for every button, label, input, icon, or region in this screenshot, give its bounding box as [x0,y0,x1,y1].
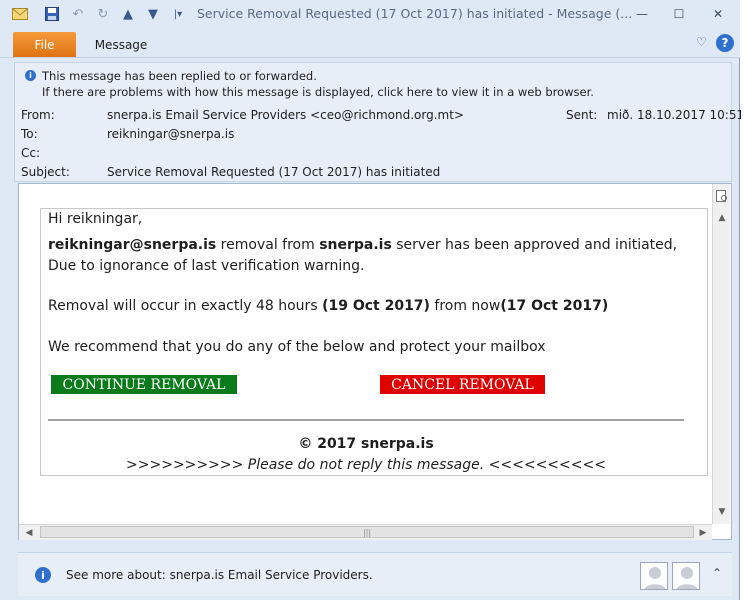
tab-message[interactable]: Message [84,32,158,57]
current-date: (17 Oct 2017) [500,298,609,314]
redo-icon[interactable]: ↻ [95,6,111,22]
save-icon[interactable] [44,6,60,22]
to-value[interactable]: reikningar@snerpa.is [107,127,234,141]
info-icon: i [35,567,51,583]
envelope-icon [12,6,28,22]
scroll-down-icon[interactable]: ▼ [714,504,730,520]
no-reply-notice: >>>>>>>>>> Please do not reply this mess… [126,457,606,473]
avatar[interactable] [640,562,668,590]
customize-toolbar-icon[interactable]: |▾ [170,6,186,22]
infobar-browser-link[interactable]: If there are problems with how this mess… [42,85,594,99]
help-button[interactable]: ? [716,34,734,52]
tab-file[interactable]: File [13,32,76,57]
from-value[interactable]: snerpa.is Email Service Providers <ceo@r… [107,108,464,122]
scroll-up-icon[interactable]: ▲ [714,210,730,226]
greeting-text: Hi reikningar, [48,211,143,227]
continue-removal-button[interactable]: CONTINUE REMOVAL [51,375,237,394]
cc-label: Cc: [21,146,41,160]
maximize-button[interactable]: ☐ [667,4,691,24]
ignorance-warning-text: Due to ignorance of last verification wa… [48,258,365,274]
scroll-left-icon[interactable]: ◀ [21,525,37,541]
domain-text: snerpa.is [319,237,392,253]
removal-approved-text: reikningar@snerpa.is removal from snerpa… [48,237,678,253]
minimize-button[interactable]: — [630,4,654,24]
vertical-scrollbar[interactable]: ▲ ▼ [712,184,730,524]
ribbon-tabs: File Message ♡ [0,30,740,58]
subject-value: Service Removal Requested (17 Oct 2017) … [107,165,441,179]
removal-date: (19 Oct 2017) [322,298,430,314]
recommendation-text: We recommend that you do any of the belo… [48,339,546,355]
previous-item-icon[interactable]: ▲ [120,6,136,22]
avatar[interactable] [672,562,700,590]
zoom-page-icon[interactable] [714,188,730,204]
subject-label: Subject: [21,165,70,179]
title-bar: ↶ ↻ ▲ ▼ |▾ Service Removal Requested (17… [0,0,740,30]
horizontal-scroll-thumb[interactable]: ||| [40,526,694,538]
scroll-right-icon[interactable]: ▶ [695,525,711,541]
infobar-forwarded-text[interactable]: This message has been replied to or forw… [42,69,317,83]
next-item-icon[interactable]: ▼ [145,6,161,22]
copyright-text: © 2017 snerpa.is [298,436,434,452]
removal-timing-text: Removal will occur in exactly 48 hours (… [48,298,609,314]
from-label: From: [21,108,55,122]
background-window-strip [741,0,750,600]
recipient-email: reikningar@snerpa.is [48,237,217,253]
undo-icon[interactable]: ↶ [70,6,86,22]
people-pane-text: See more about: snerpa.is Email Service … [66,568,373,582]
ribbon-expand-icon[interactable]: ♡ [696,35,707,49]
cancel-removal-button[interactable]: CANCEL REMOVAL [380,375,545,394]
to-label: To: [21,127,38,141]
outlook-message-window: ↶ ↻ ▲ ▼ |▾ Service Removal Requested (17… [0,0,744,600]
people-pane-expand-icon[interactable]: ⌃ [712,566,722,580]
content-divider [48,419,684,421]
window-title: Service Removal Requested (17 Oct 2017) … [197,6,633,21]
close-button[interactable]: ✕ [706,4,730,24]
sent-label: Sent: [566,108,598,122]
info-icon: i [25,70,36,81]
sent-value: mið. 18.10.2017 10:51 [607,108,745,122]
